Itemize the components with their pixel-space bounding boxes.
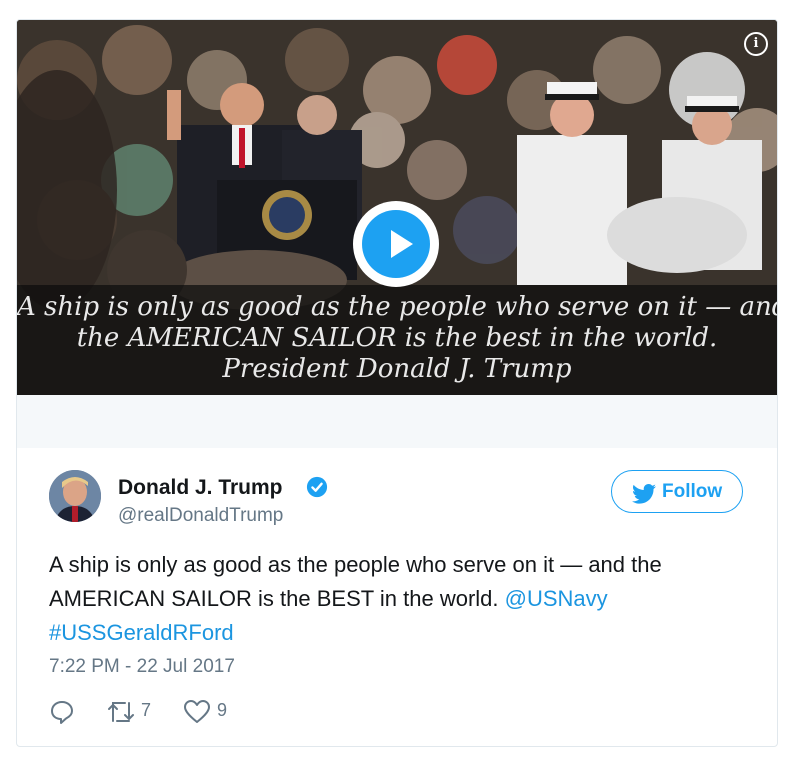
media-footer-strip: [17, 395, 777, 448]
follow-label: Follow: [662, 481, 723, 502]
retweet-button[interactable]: 7: [106, 697, 166, 727]
tweet-text: A ship is only as good as the people who…: [49, 548, 749, 650]
author-name[interactable]: Donald J. Trump: [118, 476, 283, 500]
caption-line-3: President Donald J. Trump: [222, 354, 572, 384]
play-icon: [362, 210, 430, 278]
reply-button[interactable]: [49, 697, 79, 727]
reply-icon: [51, 701, 73, 724]
play-button[interactable]: [353, 201, 439, 287]
video-player[interactable]: A ship is only as good as the people who…: [17, 20, 777, 395]
info-icon[interactable]: i: [744, 32, 768, 56]
avatar[interactable]: [49, 470, 101, 522]
author-handle[interactable]: @realDonaldTrump: [118, 505, 283, 527]
caption-line-2: the AMERICAN SAILOR is the best in the w…: [76, 323, 718, 353]
embedded-tweet-card: A ship is only as good as the people who…: [16, 19, 778, 747]
retweet-icon: [108, 702, 134, 722]
hashtag-link[interactable]: #USSGeraldRFord: [49, 620, 234, 645]
mention-link[interactable]: @USNavy: [505, 586, 608, 611]
follow-button[interactable]: Follow: [611, 470, 743, 513]
verified-badge-icon: [306, 476, 328, 498]
twitter-bird-icon: [632, 484, 656, 504]
heart-icon: [184, 700, 210, 723]
like-button[interactable]: 9: [183, 697, 243, 727]
video-caption: A ship is only as good as the people who…: [17, 292, 777, 385]
tweet-timestamp[interactable]: 7:22 PM - 22 Jul 2017: [49, 656, 235, 678]
caption-line-1: A ship is only as good as the people who…: [17, 292, 777, 322]
like-count: 9: [217, 700, 228, 720]
retweet-count: 7: [141, 700, 152, 720]
